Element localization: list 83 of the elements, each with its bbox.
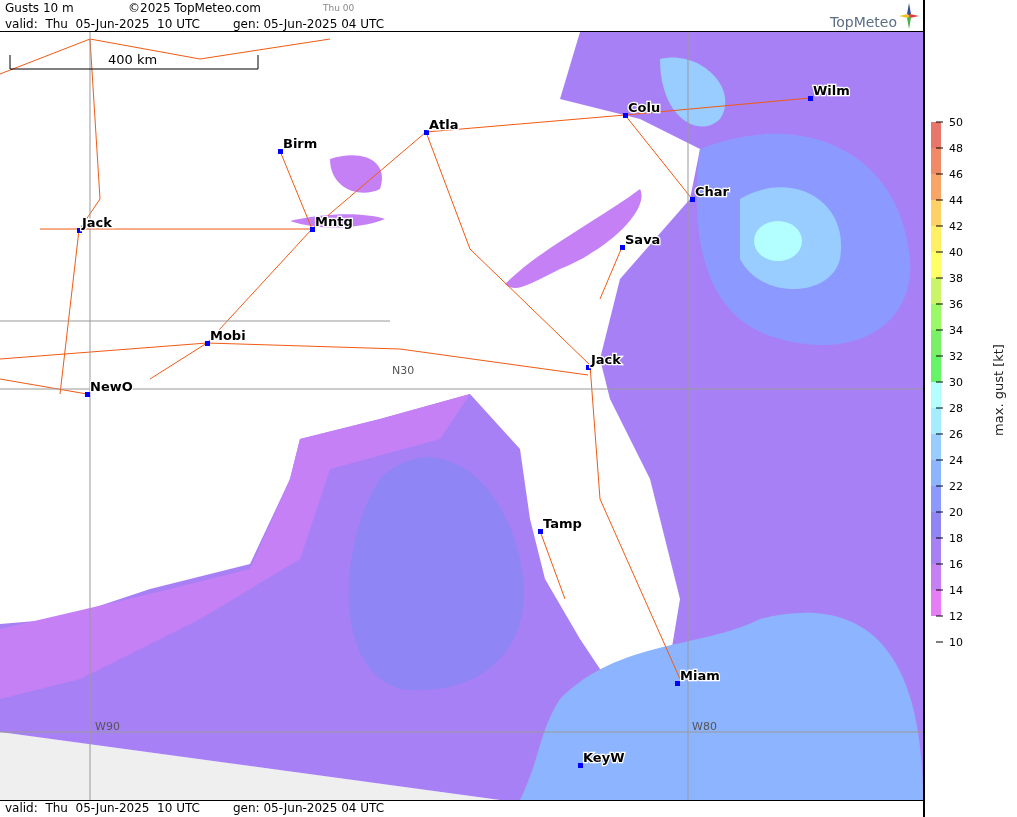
tick-label: 40 [949, 246, 963, 259]
tick-mark [935, 433, 944, 435]
city-marker [675, 681, 680, 686]
tick-label: 32 [949, 350, 963, 363]
grid-label: N30 [392, 364, 415, 377]
tick-label: 10 [949, 636, 963, 649]
tick-mark [935, 407, 944, 409]
tick-label: 44 [949, 194, 963, 207]
legend-title: max. gust [kt] [991, 344, 1006, 436]
tick-label: 48 [949, 142, 963, 155]
city-marker [586, 365, 591, 370]
city-label: Mntg [315, 214, 353, 229]
tick-mark [935, 251, 944, 253]
city-label: Jack [82, 215, 112, 230]
city-label: Jack [591, 352, 621, 367]
tick-mark [935, 121, 944, 123]
city-marker [278, 149, 283, 154]
tick-label: 16 [949, 558, 963, 571]
tick-mark [935, 199, 944, 201]
city-label: NewO [90, 379, 133, 394]
chart-title: Gusts 10 m [5, 0, 75, 16]
tick-mark [935, 563, 944, 565]
tick-mark [935, 329, 944, 331]
city-marker [578, 763, 583, 768]
tick-mark [935, 355, 944, 357]
city-marker [808, 96, 813, 101]
tick-mark [935, 225, 944, 227]
city-marker [538, 529, 543, 534]
city-marker [77, 228, 82, 233]
tick-label: 42 [949, 220, 963, 233]
city-marker [205, 341, 210, 346]
tick-mark [935, 303, 944, 305]
tick-label: 30 [949, 376, 963, 389]
tick-label: 22 [949, 480, 963, 493]
tick-mark [935, 485, 944, 487]
tick-mark [935, 511, 944, 513]
city-marker [424, 130, 429, 135]
tick-mark [935, 459, 944, 461]
city-label: Miam [680, 668, 720, 683]
city-label: Mobi [210, 328, 246, 343]
tick-label: 36 [949, 298, 963, 311]
tick-mark [935, 615, 944, 617]
city-marker [623, 113, 628, 118]
tick-mark [935, 173, 944, 175]
tick-mark [935, 589, 944, 591]
valid-time: valid: Thu 05-Jun-2025 10 UTC [5, 16, 201, 32]
generated-time: gen: 05-Jun-2025 04 UTC [233, 16, 385, 32]
tick-mark [935, 537, 944, 539]
tick-label: 24 [949, 454, 963, 467]
tick-label: 34 [949, 324, 963, 337]
grid-label: W80 [692, 720, 717, 733]
tick-label: 46 [949, 168, 963, 181]
city-marker [620, 245, 625, 250]
city-label: Birm [283, 136, 318, 151]
compass-star-icon [899, 3, 919, 29]
city-label: Atla [429, 117, 459, 132]
city-label: Wilm [813, 83, 850, 98]
city-marker [85, 392, 90, 397]
city-label: Char [695, 184, 729, 199]
copyright-text: ©2025 TopMeteo.com [128, 0, 262, 16]
scale-label: 400 km [108, 52, 158, 67]
city-label: Tamp [543, 516, 582, 531]
city-label: Sava [625, 232, 661, 247]
grid-label: W90 [95, 720, 120, 733]
time-hint: Thu 00 [323, 2, 355, 15]
tick-mark [935, 147, 944, 149]
tick-label: 50 [949, 116, 963, 129]
tick-mark [935, 641, 944, 643]
tick-label: 12 [949, 610, 963, 623]
city-label: KeyW [583, 750, 625, 765]
generated-time: gen: 05-Jun-2025 04 UTC [233, 801, 385, 815]
tick-label: 38 [949, 272, 963, 285]
city-label: Colu [628, 100, 661, 115]
tick-mark [935, 381, 944, 383]
valid-time: valid: Thu 05-Jun-2025 10 UTC [5, 801, 201, 816]
tick-label: 14 [949, 584, 963, 597]
tick-label: 20 [949, 506, 963, 519]
logo-text: TopMeteo [830, 13, 897, 32]
tick-label: 26 [949, 428, 963, 441]
city-marker [690, 197, 695, 202]
tick-mark [935, 277, 944, 279]
tick-label: 28 [949, 402, 963, 415]
tick-label: 18 [949, 532, 963, 545]
